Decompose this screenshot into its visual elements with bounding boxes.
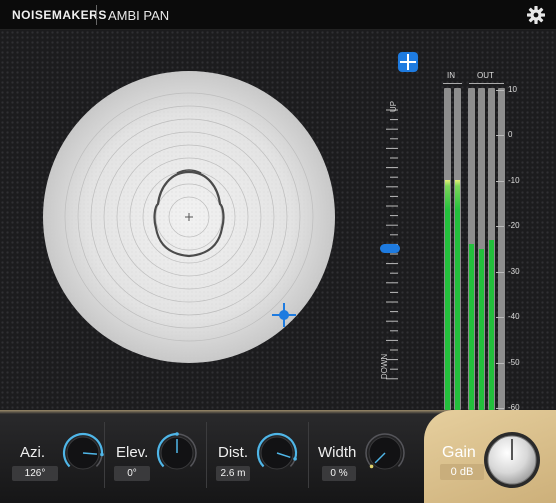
distance-label: Dist. <box>218 444 248 461</box>
product-name: AMBI PAN <box>108 8 170 23</box>
elevation-thumb[interactable] <box>380 243 400 253</box>
gain-knob[interactable] <box>482 430 542 490</box>
scale-tick <box>496 181 504 182</box>
scale-label: -30 <box>508 267 520 276</box>
title-bar: NOISEMAKERS AMBI PAN <box>0 0 556 30</box>
gear-icon[interactable] <box>526 5 546 25</box>
brand-logo: NOISEMAKERS <box>12 8 107 22</box>
distance-value[interactable]: 2.6 m <box>216 466 250 481</box>
elevation-value[interactable]: 0° <box>114 466 150 481</box>
width-knob[interactable] <box>362 430 408 476</box>
scale-tick <box>496 272 504 273</box>
meter-bar-y <box>488 88 495 410</box>
azimuth-knob[interactable] <box>60 430 106 476</box>
scale-label: -20 <box>508 221 520 230</box>
scale-tick <box>496 408 504 409</box>
control-divider <box>206 422 207 488</box>
azimuth-value[interactable]: 126° <box>12 466 58 481</box>
scale-tick <box>496 363 504 364</box>
gain-label: Gain <box>442 444 476 461</box>
control-divider <box>308 422 309 488</box>
scale-tick <box>496 135 504 136</box>
knob-indicator <box>175 432 179 436</box>
width-label: Width <box>318 444 357 461</box>
width-control: Width 0 % <box>318 428 418 498</box>
gain-value[interactable]: 0 dB <box>440 464 484 480</box>
knob-indicator <box>293 457 297 461</box>
elevation-label: Elev. <box>116 444 149 461</box>
meter-in-label: IN <box>447 71 455 80</box>
meter-fill-y <box>489 239 494 410</box>
scale-tick <box>496 226 504 227</box>
meter-scale: 10 0 -10 -20 -30 -40 -50 -60 <box>496 60 546 430</box>
scale-label: -40 <box>508 312 520 321</box>
meter-out-label: OUT <box>477 71 494 80</box>
elevation-knob[interactable] <box>154 430 200 476</box>
panner-pad[interactable] <box>42 70 336 364</box>
scale-tick <box>496 317 504 318</box>
meter-bar-r <box>454 88 461 410</box>
meter-fill-x <box>479 249 484 410</box>
meter-fill-w <box>469 244 474 410</box>
distance-control: Dist. 2.6 m <box>216 428 304 498</box>
control-divider <box>104 422 105 488</box>
scale-label: -10 <box>508 176 520 185</box>
main-panel: UP DOWN IN OUT L R W X Y Z 10 0 -10 -20 … <box>0 30 556 422</box>
scale-tick <box>496 90 504 91</box>
knob-indicator <box>369 464 374 469</box>
meter-bar-l <box>444 88 451 410</box>
title-divider <box>96 5 97 25</box>
meter-bar-x <box>478 88 485 410</box>
elevation-control: Elev. 0° <box>114 428 202 498</box>
distance-knob[interactable] <box>254 430 300 476</box>
scale-label: 0 <box>508 130 513 139</box>
level-meters: IN OUT L R W X Y Z 10 0 -10 -20 -30 -40 … <box>440 60 556 430</box>
scale-label: 10 <box>508 85 517 94</box>
azimuth-label: Azi. <box>20 444 46 461</box>
meter-bar-w <box>468 88 475 410</box>
scale-label: -50 <box>508 358 520 367</box>
elevation-slider[interactable]: UP DOWN <box>374 52 418 392</box>
elevation-mode-icon[interactable] <box>396 50 420 74</box>
azimuth-control: Azi. 126° <box>12 428 104 498</box>
meter-in-rule <box>443 83 462 84</box>
meter-fill-l <box>445 180 450 410</box>
width-value[interactable]: 0 % <box>322 466 356 481</box>
gain-panel: Gain 0 dB <box>424 410 556 503</box>
meter-fill-r <box>455 180 460 410</box>
